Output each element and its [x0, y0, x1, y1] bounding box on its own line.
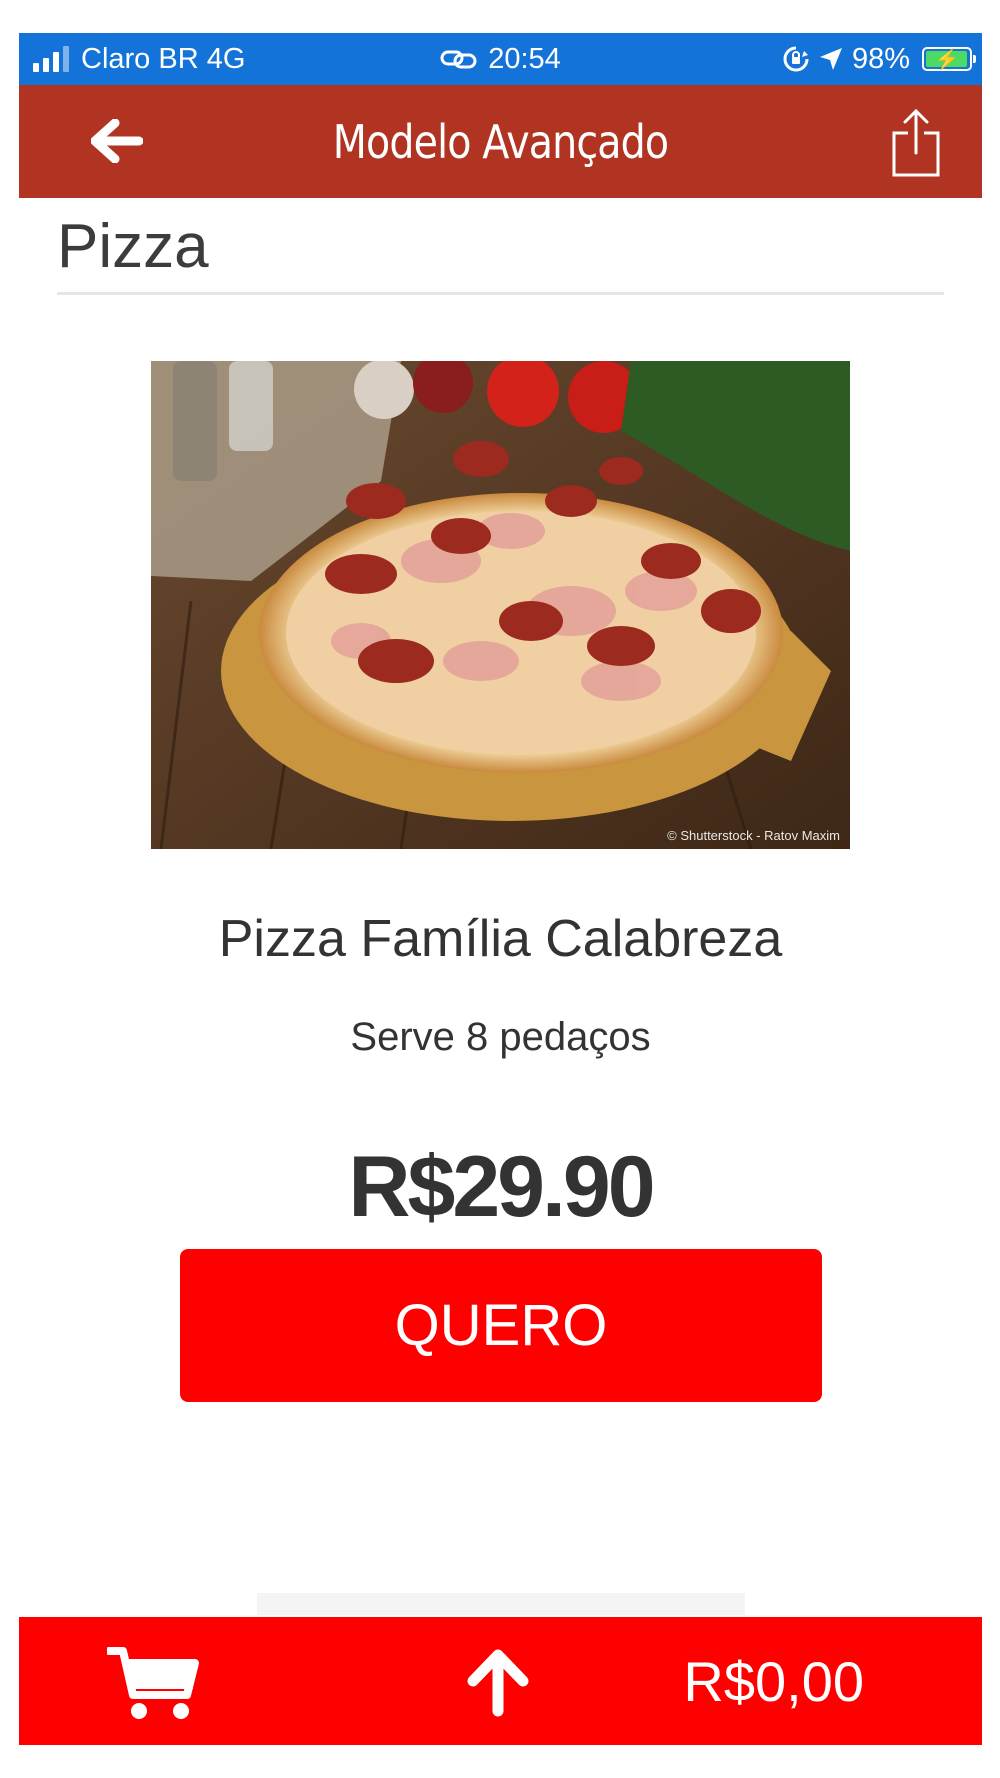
cart-total: R$0,00	[683, 1649, 864, 1713]
clock: 20:54	[488, 42, 561, 75]
location-arrow-icon	[819, 48, 842, 70]
phone-frame: Claro BR 4G 20:54 98% ⚡ Modelo Avançado …	[19, 33, 982, 1745]
cart-button[interactable]	[105, 1645, 199, 1721]
product-name: Pizza Família Calabreza	[218, 910, 783, 968]
pizza-photo	[151, 361, 850, 849]
battery-percent: 98%	[851, 42, 910, 75]
product-image: © Shutterstock - Ratov Maxim	[151, 361, 850, 849]
nav-bar: Modelo Avançado	[19, 85, 982, 198]
battery-charging-icon: ⚡	[922, 47, 976, 71]
section-divider	[57, 292, 944, 295]
bottom-bar: R$0,00	[19, 1617, 982, 1745]
status-right: 98% ⚡	[782, 33, 976, 85]
scroll-top-button[interactable]	[465, 1647, 531, 1717]
product-price: R$29.90	[348, 1139, 655, 1235]
quero-button[interactable]: QUERO	[180, 1249, 822, 1402]
photo-credit: © Shutterstock - Ratov Maxim	[667, 828, 840, 843]
app-screen: Claro BR 4G 20:54 98% ⚡ Modelo Avançado …	[0, 0, 1000, 1778]
product-description: Serve 8 pedaços	[350, 1015, 651, 1059]
cart-icon	[105, 1647, 199, 1719]
share-icon	[892, 108, 940, 177]
share-button[interactable]	[886, 105, 946, 181]
status-bar: Claro BR 4G 20:54 98% ⚡	[19, 33, 982, 85]
background-strip	[257, 1593, 745, 1615]
arrow-up-icon	[467, 1649, 529, 1717]
orientation-lock-icon	[783, 46, 809, 72]
page-title: Modelo Avançado	[332, 114, 669, 169]
link-icon	[440, 50, 477, 69]
section-title: Pizza	[57, 212, 209, 281]
